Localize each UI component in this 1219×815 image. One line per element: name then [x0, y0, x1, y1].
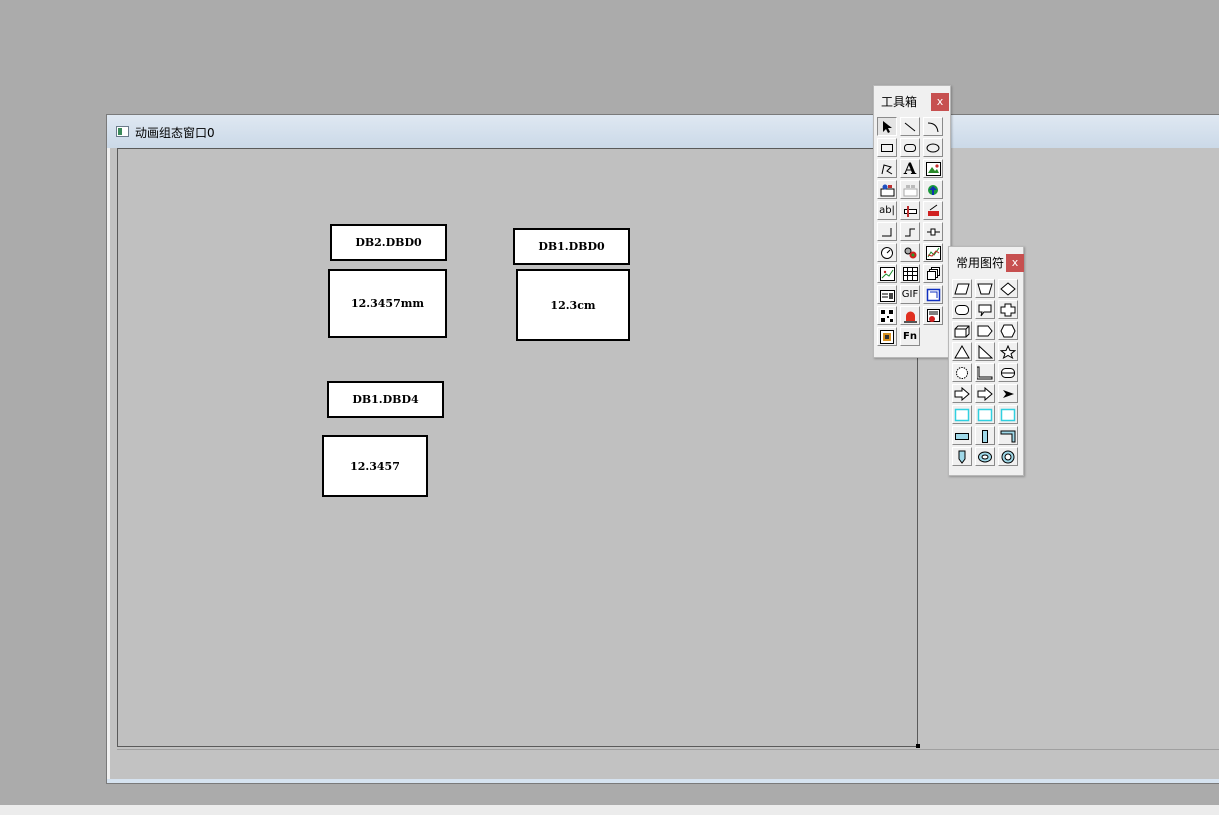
window-titlebar[interactable]: 动画组态窗口0 [107, 115, 1219, 148]
slider-tool-icon[interactable] [900, 201, 920, 220]
canvas-resize-handle[interactable] [916, 744, 920, 748]
design-canvas[interactable]: DB2.DBD0 12.3457mm DB1.DBD0 12.3cm DB1.D… [117, 148, 918, 747]
window-separator [117, 749, 1219, 750]
arrow-right-icon[interactable] [952, 384, 972, 403]
callout-icon[interactable] [975, 300, 995, 319]
alarm-display-tool-icon[interactable] [923, 306, 943, 325]
window-bottom-border [107, 779, 1219, 783]
taskbar-strip [0, 805, 1219, 815]
image-tool-icon[interactable] [877, 327, 897, 346]
symbols-close-button[interactable]: x [1006, 254, 1024, 272]
ellipse-tool-icon[interactable] [923, 138, 943, 157]
corner-icon[interactable] [998, 426, 1018, 445]
h-bar-icon[interactable] [952, 426, 972, 445]
symbols-title: 常用图符 [956, 256, 1005, 270]
pipe-tool-icon[interactable] [877, 222, 897, 241]
cyan-frame3-icon[interactable] [998, 405, 1018, 424]
parallelogram-icon[interactable] [952, 279, 972, 298]
valve-tool-icon[interactable] [923, 222, 943, 241]
line-tool-icon[interactable] [900, 117, 920, 136]
tag-label-db2-dbd0[interactable]: DB2.DBD0 [330, 224, 447, 261]
toolbox-close-button[interactable]: x [931, 93, 949, 111]
fn-tool-icon[interactable]: Fn [900, 327, 920, 346]
window-title: 动画组态窗口0 [135, 126, 215, 140]
ring-icon[interactable] [975, 447, 995, 466]
donut-icon[interactable] [998, 447, 1018, 466]
report-tool-icon[interactable] [877, 285, 897, 304]
input-box-tool-icon[interactable]: ab| [877, 201, 897, 220]
indicator-tool-icon[interactable] [900, 243, 920, 262]
value-display-db1-dbd0[interactable]: 12.3cm [516, 269, 630, 341]
octagon-icon[interactable] [952, 300, 972, 319]
label-tool-icon[interactable]: A [900, 159, 920, 178]
cross-icon[interactable] [998, 300, 1018, 319]
gif-tool-icon[interactable]: GIF [900, 285, 920, 304]
rounded-rect-tool-icon[interactable] [900, 138, 920, 157]
tag-label-db1-dbd4[interactable]: DB1.DBD4 [327, 381, 444, 418]
triangle-icon[interactable] [952, 342, 972, 361]
pointer-arrow-icon[interactable] [998, 384, 1018, 403]
pentagon-arrow-icon[interactable] [975, 321, 995, 340]
cylinder-icon[interactable] [998, 363, 1018, 382]
value-display-db1-dbd4[interactable]: 12.3457 [322, 435, 428, 497]
polyline-tool-icon[interactable] [877, 159, 897, 178]
toolbox-palette[interactable]: 工具箱 x A ab| GIF Fn [873, 85, 951, 358]
component-lib-tool-icon[interactable] [900, 180, 920, 199]
window-icon[interactable] [116, 126, 129, 137]
subwindow-tool-icon[interactable] [923, 264, 943, 283]
hexagon-icon[interactable] [998, 321, 1018, 340]
pointer-tool-icon[interactable] [877, 117, 897, 136]
flow-tool-icon[interactable] [900, 222, 920, 241]
pencil-icon[interactable] [952, 447, 972, 466]
tag-label-db1-dbd0[interactable]: DB1.DBD0 [513, 228, 630, 265]
rectangle-tool-icon[interactable] [877, 138, 897, 157]
burst-icon[interactable] [952, 363, 972, 382]
window-client-area: DB2.DBD0 12.3457mm DB1.DBD0 12.3cm DB1.D… [110, 148, 1219, 779]
diamond-icon[interactable] [998, 279, 1018, 298]
arc-tool-icon[interactable] [923, 117, 943, 136]
right-triangle-icon[interactable] [975, 342, 995, 361]
cube-icon[interactable] [952, 321, 972, 340]
v-bar-icon[interactable] [975, 426, 995, 445]
bitmap-tool-icon[interactable] [923, 159, 943, 178]
table-tool-icon[interactable] [900, 264, 920, 283]
animation-config-window[interactable]: 动画组态窗口0 DB2.DBD0 12.3457mm DB1.DBD0 12.3… [106, 114, 1219, 784]
cyan-frame2-icon[interactable] [975, 405, 995, 424]
switch-tool-icon[interactable] [923, 201, 943, 220]
common-symbols-palette[interactable]: 常用图符 x [948, 246, 1024, 476]
arrow-right2-icon[interactable] [975, 384, 995, 403]
qrcode-tool-icon[interactable] [877, 306, 897, 325]
symbol-lib-tool-icon[interactable] [877, 180, 897, 199]
history-chart-tool-icon[interactable] [877, 264, 897, 283]
trend-chart-tool-icon[interactable] [923, 243, 943, 262]
value-display-db2-dbd0[interactable]: 12.3457mm [328, 269, 447, 338]
insert-element-tool-icon[interactable] [923, 180, 943, 199]
star-icon[interactable] [998, 342, 1018, 361]
toolbox-title: 工具箱 [881, 95, 918, 109]
gauge-tool-icon[interactable] [877, 243, 897, 262]
alarm-light-tool-icon[interactable] [900, 306, 920, 325]
frame-tool-icon[interactable] [923, 285, 943, 304]
elbow-icon[interactable] [975, 363, 995, 382]
trapezoid-icon[interactable] [975, 279, 995, 298]
cyan-frame1-icon[interactable] [952, 405, 972, 424]
